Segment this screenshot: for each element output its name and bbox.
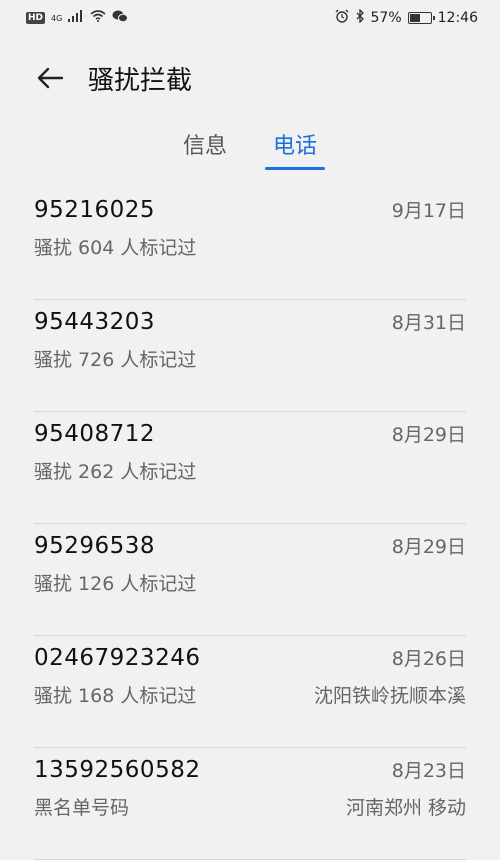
wifi-icon [90,10,106,26]
network-type: 4G [51,13,63,23]
battery-percent: 57% [370,10,402,26]
call-tag: 骚扰 604 人标记过 [34,237,197,259]
hd-badge: HD [26,12,46,24]
page-title: 骚扰拦截 [88,65,193,96]
call-date: 8月31日 [391,312,466,334]
call-list: 95216025 9月17日 骚扰 604 人标记过 95443203 8月31… [0,188,500,860]
call-tag: 黑名单号码 [34,797,130,819]
phone-number: 95216025 [34,197,156,223]
list-item[interactable]: 95216025 9月17日 骚扰 604 人标记过 [0,188,500,300]
phone-number: 95443203 [34,309,156,335]
battery-icon [407,12,435,24]
list-item[interactable]: 95408712 8月29日 骚扰 262 人标记过 [0,412,500,524]
battery-fill [409,14,421,22]
call-date: 8月23日 [391,760,466,782]
call-location: 沈阳铁岭抚顺本溪 [313,685,466,707]
alarm-icon [335,9,349,27]
list-item[interactable]: 95443203 8月31日 骚扰 726 人标记过 [0,300,500,412]
call-tag: 骚扰 262 人标记过 [34,461,197,483]
call-date: 8月29日 [391,536,466,558]
status-right: 57% 12:46 [335,8,478,27]
call-tag: 骚扰 168 人标记过 [34,685,197,707]
clock: 12:46 [437,10,478,26]
wechat-icon [112,10,129,27]
tab-bar: 信息 电话 [0,120,500,170]
call-date: 8月29日 [391,424,466,446]
phone-number: 02467923246 [34,645,201,671]
tab-calls[interactable]: 电话 [265,128,326,170]
status-bar: HD 4G 57% 12:46 [0,0,500,36]
signal-icon [68,10,84,26]
list-item[interactable]: 13592560582 8月23日 黑名单号码 河南郑州 移动 [0,748,500,860]
call-tag: 骚扰 126 人标记过 [34,573,197,595]
phone-number: 13592560582 [34,757,201,783]
status-left: HD 4G [26,10,129,27]
phone-number: 95296538 [34,533,156,559]
call-date: 8月26日 [391,648,466,670]
back-button[interactable] [30,58,70,98]
call-date: 9月17日 [391,200,466,222]
list-item[interactable]: 02467923246 8月26日 骚扰 168 人标记过 沈阳铁岭抚顺本溪 [0,636,500,748]
bluetooth-icon [355,8,365,27]
app-bar: 骚扰拦截 [0,36,500,120]
list-item[interactable]: 95296538 8月29日 骚扰 126 人标记过 [0,524,500,636]
tab-messages[interactable]: 信息 [175,128,235,170]
call-location: 河南郑州 移动 [345,797,466,819]
phone-number: 95408712 [34,421,156,447]
call-tag: 骚扰 726 人标记过 [34,349,197,371]
back-arrow-icon [37,67,64,89]
